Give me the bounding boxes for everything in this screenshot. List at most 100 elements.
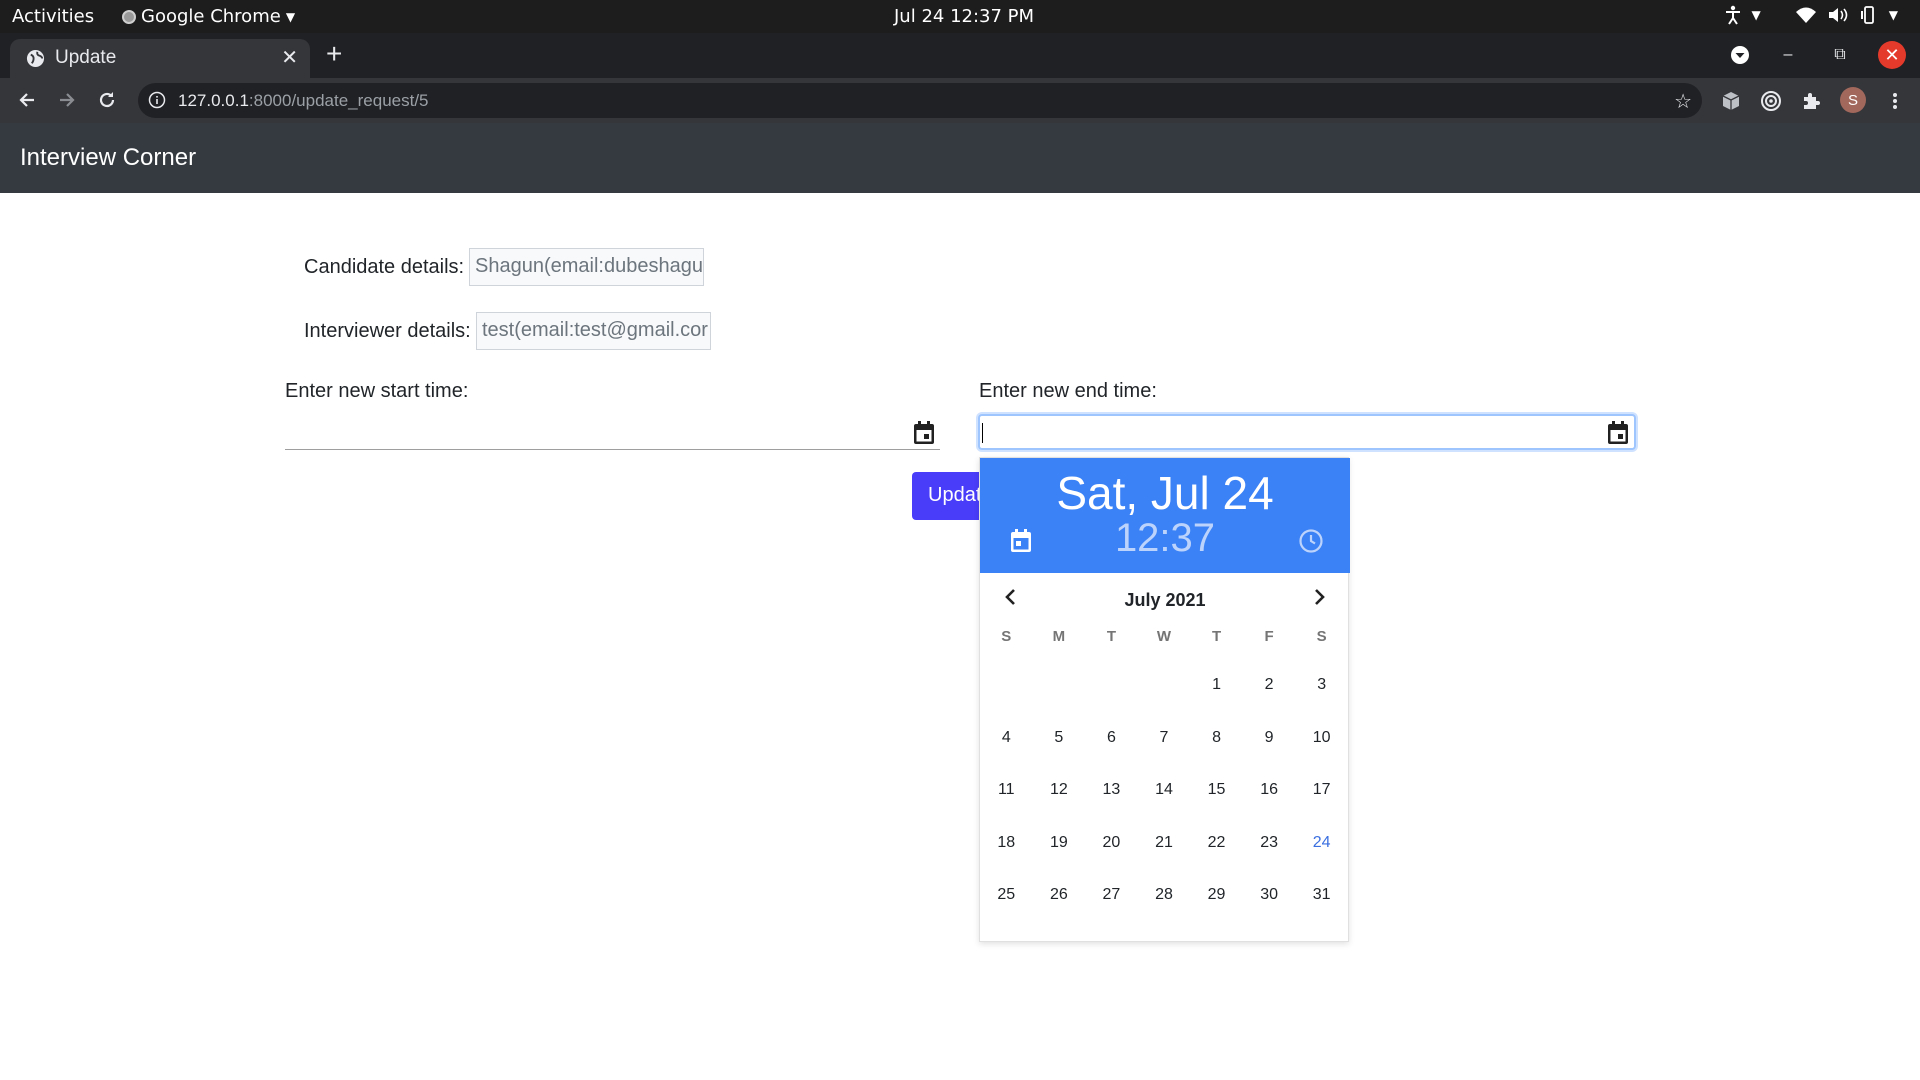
picker-selected-date: Sat, Jul 24 bbox=[1056, 467, 1274, 519]
calendar-day-25[interactable]: 25 bbox=[980, 868, 1033, 921]
calendar-empty-cell bbox=[1138, 658, 1191, 711]
weekday-label: M bbox=[1052, 628, 1066, 645]
calendar-day-16[interactable]: 16 bbox=[1243, 763, 1296, 816]
calendar-day-17[interactable]: 17 bbox=[1295, 763, 1348, 816]
weekday-label: F bbox=[1264, 628, 1274, 645]
calendar-icon[interactable] bbox=[912, 420, 936, 446]
calendar-day-5[interactable]: 5 bbox=[1033, 711, 1086, 764]
calendar-day-30[interactable]: 30 bbox=[1243, 868, 1296, 921]
calendar-day-15[interactable]: 15 bbox=[1190, 763, 1243, 816]
back-button[interactable] bbox=[14, 87, 40, 113]
weekday-label: W bbox=[1156, 628, 1172, 645]
clock-icon[interactable] bbox=[1298, 528, 1324, 554]
extension-cube-icon[interactable] bbox=[1718, 88, 1744, 114]
address-bar[interactable]: 127.0.0.1:8000/update_request/5 ☆ bbox=[138, 83, 1702, 118]
chrome-app-icon bbox=[122, 9, 136, 24]
navbar-brand[interactable]: Interview Corner bbox=[20, 144, 196, 172]
picker-header: Sat, Jul 24 12:37 bbox=[980, 458, 1350, 573]
profile-avatar[interactable]: S bbox=[1840, 87, 1866, 113]
calendar-day-18[interactable]: 18 bbox=[980, 816, 1033, 869]
calendar-day-1[interactable]: 1 bbox=[1190, 658, 1243, 711]
tab-search-icon[interactable] bbox=[1730, 45, 1750, 65]
calendar-day-19[interactable]: 19 bbox=[1033, 816, 1086, 869]
calendar-day-12[interactable]: 12 bbox=[1033, 763, 1086, 816]
calendar-day-28[interactable]: 28 bbox=[1138, 868, 1191, 921]
battery-icon bbox=[1860, 6, 1874, 24]
calendar-week-row: 18 19 20 21 22 23 24 bbox=[980, 816, 1350, 869]
app-menu-label: Google Chrome bbox=[141, 6, 281, 27]
info-icon[interactable] bbox=[148, 91, 166, 109]
calendar-day-8[interactable]: 8 bbox=[1190, 711, 1243, 764]
window-controls: – ⧉ ✕ bbox=[1730, 41, 1906, 69]
app-menu[interactable]: Google Chrome ▼ bbox=[122, 6, 295, 27]
calendar-day-9[interactable]: 9 bbox=[1243, 711, 1296, 764]
forward-arrow-icon bbox=[60, 93, 75, 107]
picker-month-label[interactable]: July 2021 bbox=[980, 590, 1350, 611]
reload-icon bbox=[99, 92, 115, 108]
reload-button[interactable] bbox=[94, 87, 120, 113]
extension-target-icon[interactable] bbox=[1758, 88, 1784, 114]
candidate-details-label: Candidate details: bbox=[304, 256, 465, 278]
new-tab-button[interactable]: + bbox=[326, 39, 342, 69]
calendar-day-3[interactable]: 3 bbox=[1295, 658, 1348, 711]
calendar-day-27[interactable]: 27 bbox=[1085, 868, 1138, 921]
browser-tab-update[interactable]: Update ✕ bbox=[10, 39, 310, 78]
calendar-week-row: 123 bbox=[980, 658, 1350, 711]
calendar-empty-cell bbox=[1033, 658, 1086, 711]
start-time-input[interactable] bbox=[285, 414, 940, 450]
calendar-day-21[interactable]: 21 bbox=[1138, 816, 1191, 869]
calendar-day-24[interactable]: 24 bbox=[1295, 816, 1348, 869]
calendar-day-2[interactable]: 2 bbox=[1243, 658, 1296, 711]
volume-icon bbox=[1828, 8, 1848, 22]
calendar-day-31[interactable]: 31 bbox=[1295, 868, 1348, 921]
calendar-icon[interactable] bbox=[1606, 420, 1630, 446]
minimize-button[interactable]: – bbox=[1774, 41, 1802, 69]
calendar-day-23[interactable]: 23 bbox=[1243, 816, 1296, 869]
calendar-day-29[interactable]: 29 bbox=[1190, 868, 1243, 921]
close-tab-icon[interactable]: ✕ bbox=[281, 45, 298, 70]
chrome-menu-icon[interactable] bbox=[1882, 88, 1908, 114]
calendar-day-7[interactable]: 7 bbox=[1138, 711, 1191, 764]
calendar-day-26[interactable]: 26 bbox=[1033, 868, 1086, 921]
back-arrow-icon bbox=[19, 93, 34, 107]
weekday-label: S bbox=[1001, 628, 1012, 645]
interviewer-details-label: Interviewer details: bbox=[304, 320, 471, 342]
candidate-details-input[interactable]: Shagun(email:dubeshagu bbox=[469, 248, 704, 286]
end-time-input[interactable] bbox=[978, 414, 1636, 450]
calendar-day-11[interactable]: 11 bbox=[980, 763, 1033, 816]
start-time-label: Enter new start time: bbox=[285, 380, 469, 402]
interviewer-details-input[interactable]: test(email:test@gmail.cor bbox=[476, 312, 711, 350]
calendar-empty-cell bbox=[980, 658, 1033, 711]
calendar-day-20[interactable]: 20 bbox=[1085, 816, 1138, 869]
system-top-bar: Activities Google Chrome ▼ Jul 24 12:37 … bbox=[0, 0, 1920, 33]
calendar-day-13[interactable]: 13 bbox=[1085, 763, 1138, 816]
weekday-label: T bbox=[1106, 628, 1116, 645]
picker-selected-time[interactable]: 12:37 bbox=[980, 516, 1350, 561]
calendar-day-22[interactable]: 22 bbox=[1190, 816, 1243, 869]
weekday-label: S bbox=[1316, 628, 1327, 645]
close-window-button[interactable]: ✕ bbox=[1878, 41, 1906, 69]
url-host: 127.0.0.1 bbox=[178, 91, 249, 110]
calendar-week-row: 4 5 6 7 8 9 10 bbox=[980, 711, 1350, 764]
extensions-puzzle-icon[interactable] bbox=[1798, 88, 1824, 114]
calendar-day-4[interactable]: 4 bbox=[980, 711, 1033, 764]
calendar-day-6[interactable]: 6 bbox=[1085, 711, 1138, 764]
globe-icon bbox=[26, 49, 45, 68]
system-clock[interactable]: Jul 24 12:37 PM bbox=[894, 6, 1034, 27]
wifi-icon bbox=[1795, 7, 1816, 23]
system-tray[interactable]: ▼ ▼ bbox=[1724, 5, 1898, 25]
end-time-label: Enter new end time: bbox=[979, 380, 1157, 402]
weekday-label: T bbox=[1211, 628, 1222, 645]
datetime-picker-popup: Sat, Jul 24 12:37 July 2021 SMTWTFS 1234… bbox=[979, 457, 1350, 942]
chevron-down-icon: ▼ bbox=[1888, 8, 1898, 22]
calendar-day-10[interactable]: 10 bbox=[1295, 711, 1348, 764]
calendar-day-14[interactable]: 14 bbox=[1138, 763, 1191, 816]
url-text: 127.0.0.1:8000/update_request/5 bbox=[178, 91, 429, 111]
chevron-right-icon[interactable] bbox=[1308, 585, 1330, 609]
activities-button[interactable]: Activities bbox=[12, 6, 94, 27]
calendar-grid: SMTWTFS 1 2 3 4 5 6 7 8 9 10 11 12 13 14 15 16 17 18 19 20 2… bbox=[980, 628, 1350, 921]
tab-title: Update bbox=[55, 47, 117, 68]
bookmark-star-icon[interactable]: ☆ bbox=[1674, 89, 1692, 114]
forward-button[interactable] bbox=[54, 87, 80, 113]
restore-button[interactable]: ⧉ bbox=[1826, 41, 1854, 69]
